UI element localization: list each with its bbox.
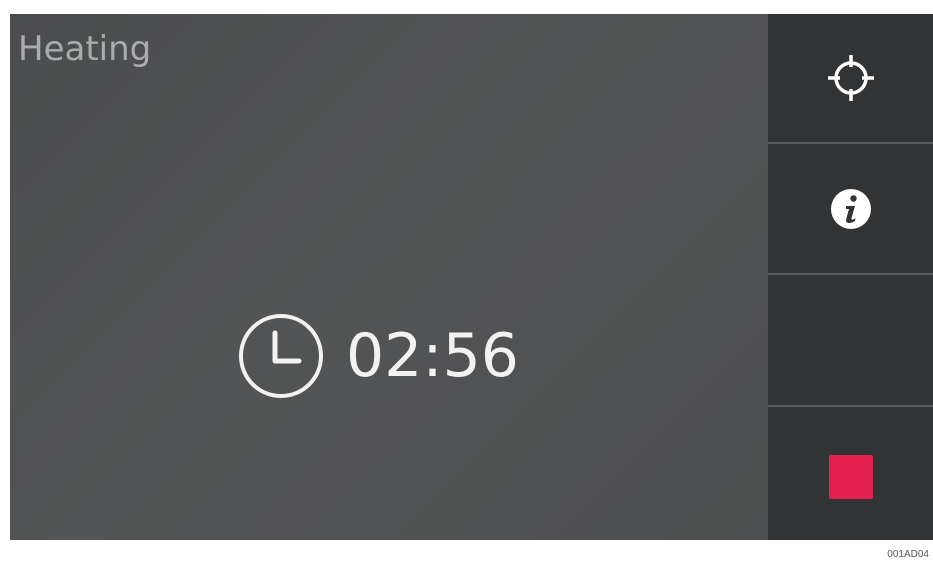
status-title: Heating: [18, 29, 152, 69]
info-button[interactable]: [768, 144, 933, 273]
stop-icon: [828, 454, 873, 499]
timer-value: 02:56: [346, 321, 519, 391]
figure-code: 001AD04: [887, 549, 929, 560]
side-toolbar: [768, 14, 933, 540]
crosshair-button[interactable]: [768, 14, 933, 142]
device-screen: Heating 02:56: [10, 14, 933, 540]
crosshair-icon: [827, 55, 874, 101]
clock-icon: [239, 314, 323, 398]
stop-button[interactable]: [768, 407, 933, 540]
timer-display: 02:56: [238, 314, 519, 398]
empty-button[interactable]: [768, 275, 933, 405]
main-panel: Heating 02:56: [10, 14, 768, 540]
info-icon: [830, 188, 871, 229]
